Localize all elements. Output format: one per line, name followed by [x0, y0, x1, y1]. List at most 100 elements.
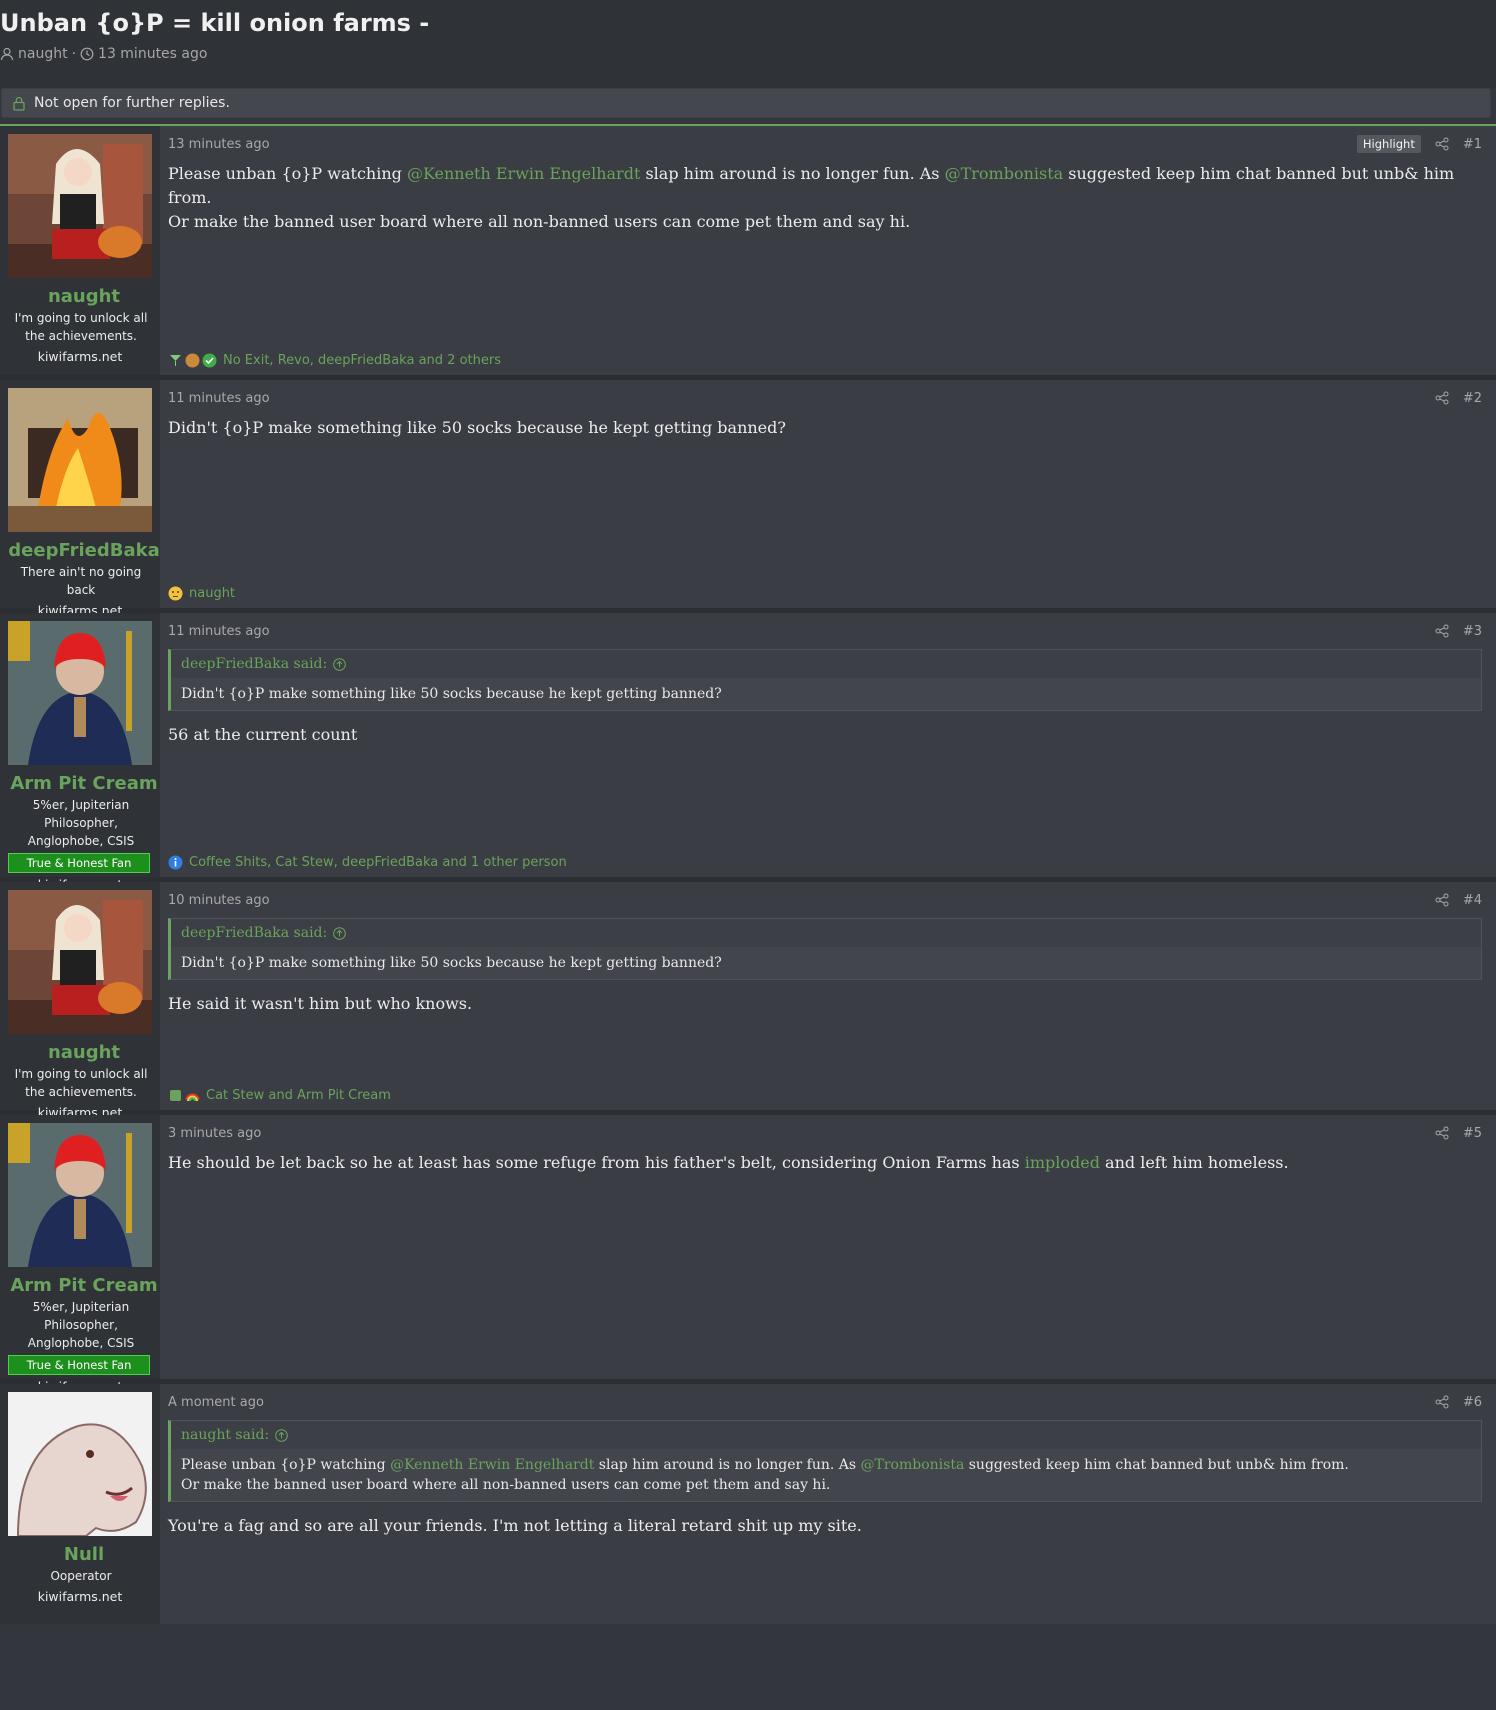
post-5: Arm Pit Cream 5%er, Jupiterian Philosoph… [0, 1115, 1496, 1394]
post-user-title: I'm going to unlock all the achievements… [14, 1067, 148, 1099]
post-3: Arm Pit Cream 5%er, Jupiterian Philosoph… [0, 613, 1496, 892]
share-icon[interactable] [1435, 624, 1449, 638]
post-time[interactable]: 13 minutes ago [168, 137, 270, 152]
post-text: slap him around is no longer fun. As [640, 164, 945, 183]
quote-author[interactable]: deepFriedBaka said: [181, 656, 327, 672]
meta-separator: · [71, 46, 77, 62]
post-6: Null Ooperator kiwifarms.net A moment ag… [0, 1384, 1496, 1624]
notice-text: Not open for further replies. [34, 95, 230, 111]
quote-header[interactable]: deepFriedBaka said: [171, 919, 1481, 947]
post-username[interactable]: Arm Pit Cream [8, 773, 160, 794]
post-username[interactable]: naught [8, 1042, 160, 1063]
post-number[interactable]: #3 [1463, 624, 1482, 639]
mention-link[interactable]: @Trombonista [861, 1457, 965, 1473]
post-main: 13 minutes ago Highlight #1 Please unban… [160, 126, 1496, 375]
post-main: 10 minutes ago #4 deepFriedBaka said: Di… [160, 882, 1496, 1110]
post-number[interactable]: #1 [1463, 137, 1482, 152]
quote-author[interactable]: naught said: [181, 1427, 269, 1443]
avatar-naught[interactable] [8, 890, 152, 1034]
share-icon[interactable] [1435, 1126, 1449, 1140]
clock-icon [80, 47, 94, 61]
post-username[interactable]: naught [8, 286, 160, 307]
reaction-list[interactable]: Cat Stew and Arm Pit Cream [206, 1088, 391, 1103]
reaction-list[interactable]: No Exit, Revo, deepFriedBaka and 2 other… [223, 353, 501, 368]
arrow-up-circle-icon[interactable] [333, 926, 347, 940]
quote-line: Or make the banned user board where all … [181, 1477, 831, 1493]
post-user-cell: Arm Pit Cream 5%er, Jupiterian Philosoph… [0, 613, 160, 892]
thread-closed-notice: Not open for further replies. [1, 88, 1491, 118]
post-number[interactable]: #4 [1463, 893, 1482, 908]
post-main: A moment ago #6 naught said: Please unba… [160, 1384, 1496, 1624]
post-body: He said it wasn't him but who knows. [168, 992, 1482, 1016]
post-username[interactable]: deepFriedBaka [8, 540, 160, 561]
mention-link[interactable]: @Kenneth Erwin Engelhardt [390, 1457, 594, 1473]
quote-author[interactable]: deepFriedBaka said: [181, 925, 327, 941]
post-text: and left him homeless. [1099, 1153, 1289, 1172]
post-time[interactable]: 10 minutes ago [168, 893, 270, 908]
avatar-arm-pit-cream[interactable] [8, 1123, 152, 1267]
thread-author[interactable]: naught [18, 46, 68, 62]
post-time[interactable]: A moment ago [168, 1395, 264, 1410]
thread-meta: naught · 13 minutes ago [0, 46, 1496, 62]
post-2: deepFriedBaka There ain't no going back … [0, 380, 1496, 618]
post-number[interactable]: #5 [1463, 1126, 1482, 1141]
post-text: Or make the banned user board where all … [168, 212, 911, 231]
reaction-bar[interactable]: No Exit, Revo, deepFriedBaka and 2 other… [168, 351, 1482, 369]
quote-header[interactable]: naught said: [171, 1421, 1481, 1449]
post-username[interactable]: Arm Pit Cream [8, 1275, 160, 1296]
post-text: He should be let back so he at least has… [168, 1153, 1025, 1172]
avatar-naught[interactable] [8, 134, 152, 278]
post-user-site: kiwifarms.net [37, 349, 123, 364]
mention-link[interactable]: @Trombonista [945, 164, 1064, 183]
reaction-list[interactable]: naught [189, 586, 235, 601]
post-body: 56 at the current count [168, 723, 1482, 747]
lock-icon [13, 96, 25, 111]
post-text: He said it wasn't him but who knows. [168, 994, 473, 1013]
arrow-up-circle-icon[interactable] [333, 657, 347, 671]
reaction-bar[interactable]: Cat Stew and Arm Pit Cream [168, 1086, 1482, 1104]
post-user-title: 5%er, Jupiterian Philosopher, Anglophobe… [27, 798, 135, 848]
mention-link[interactable]: @Kenneth Erwin Engelhardt [407, 164, 640, 183]
thread-time[interactable]: 13 minutes ago [98, 46, 207, 62]
post-time[interactable]: 11 minutes ago [168, 624, 270, 639]
share-icon[interactable] [1435, 137, 1449, 151]
post-4: naught I'm going to unlock all the achie… [0, 882, 1496, 1120]
thinking-reaction-icon [168, 586, 183, 600]
quote-header[interactable]: deepFriedBaka said: [171, 650, 1481, 678]
post-user-title: 5%er, Jupiterian Philosopher, Anglophobe… [27, 1300, 135, 1350]
highlight-badge[interactable]: Highlight [1356, 135, 1421, 153]
share-icon[interactable] [1435, 1395, 1449, 1409]
post-time[interactable]: 3 minutes ago [168, 1126, 261, 1141]
post-number[interactable]: #2 [1463, 391, 1482, 406]
post-body: Didn't {o}P make something like 50 socks… [168, 416, 1482, 440]
quote-block: deepFriedBaka said: Didn't {o}P make som… [168, 918, 1482, 980]
post-username[interactable]: Null [8, 1544, 160, 1565]
post-time[interactable]: 11 minutes ago [168, 391, 270, 406]
post-user-cell: naught I'm going to unlock all the achie… [0, 882, 160, 1120]
reaction-bar[interactable]: naught [168, 584, 1482, 602]
user-banner: True & Honest Fan [8, 1355, 150, 1375]
share-icon[interactable] [1435, 893, 1449, 907]
avatar-null[interactable] [8, 1392, 152, 1536]
quote-text: Please unban {o}P watching @Kenneth Erwi… [171, 1449, 1481, 1501]
post-user-title: I'm going to unlock all the achievements… [14, 311, 148, 343]
imploded-link[interactable]: imploded [1025, 1153, 1100, 1172]
avatar-arm-pit-cream[interactable] [8, 621, 152, 765]
arrow-up-circle-icon[interactable] [275, 1428, 288, 1442]
post-main: 11 minutes ago #3 deepFriedBaka said: Di… [160, 613, 1496, 877]
quote-text: Didn't {o}P make something like 50 socks… [171, 947, 1481, 979]
post-number[interactable]: #6 [1463, 1395, 1482, 1410]
quote-block: naught said: Please unban {o}P watching … [168, 1420, 1482, 1502]
post-user-cell: deepFriedBaka There ain't no going back … [0, 380, 160, 618]
quote-line: slap him around is no longer fun. As [594, 1457, 861, 1473]
puzzle-reaction-icon [170, 1089, 181, 1101]
post-user-cell: naught I'm going to unlock all the achie… [0, 126, 160, 375]
reaction-list[interactable]: Coffee Shits, Cat Stew, deepFriedBaka an… [189, 855, 567, 870]
post-main: 11 minutes ago #2 Didn't {o}P make somet… [160, 380, 1496, 608]
post-1: naught I'm going to unlock all the achie… [0, 126, 1496, 380]
post-user-cell: Arm Pit Cream 5%er, Jupiterian Philosoph… [0, 1115, 160, 1394]
share-icon[interactable] [1435, 391, 1449, 405]
reaction-bar[interactable]: Coffee Shits, Cat Stew, deepFriedBaka an… [168, 853, 1482, 871]
rainbow-reaction-icon [185, 1093, 200, 1101]
avatar-deepfriedbaka[interactable] [8, 388, 152, 532]
